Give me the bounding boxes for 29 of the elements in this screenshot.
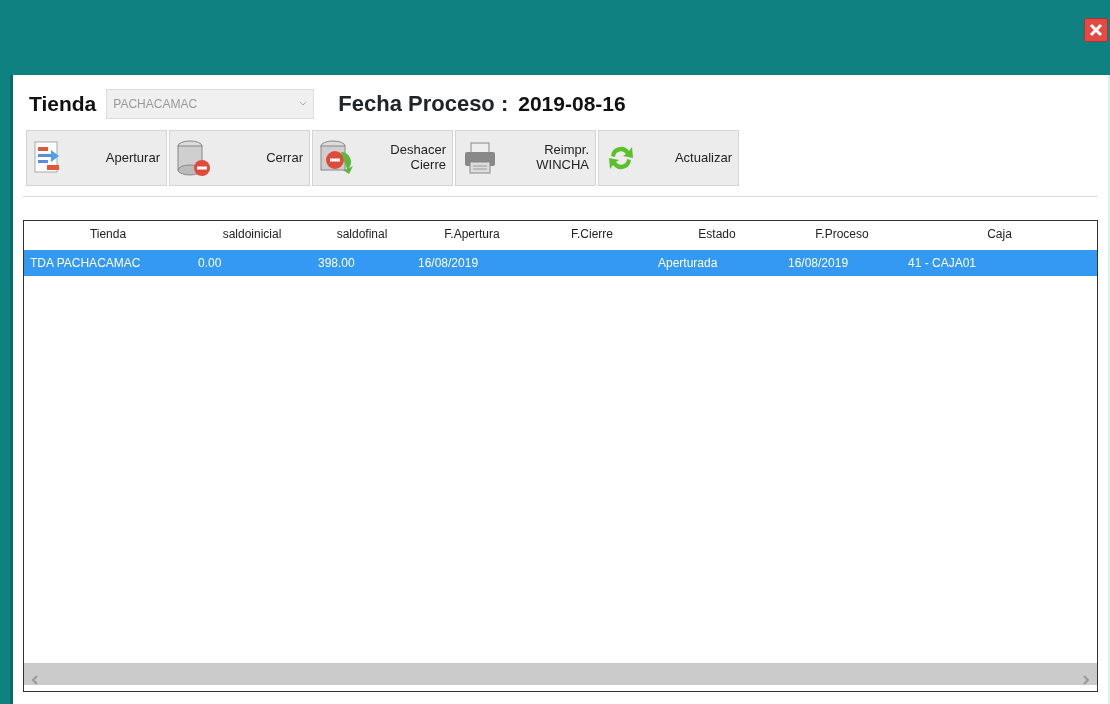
field-label: Tienda [29,90,97,117]
column-header[interactable]: saldofinal [312,225,412,243]
table-cell: 41 - CAJA01 [908,256,977,270]
close-icon [1087,21,1105,39]
table-cell: 398.00 [318,256,355,270]
toolbar-button[interactable]: Cerrar [169,130,310,186]
table-cell: 0.00 [198,256,222,270]
horizontal-scrollbar[interactable] [24,663,1097,685]
database-remove-icon [176,138,212,178]
toolbar-button[interactable]: Actualizar [598,130,739,186]
column-header[interactable]: F.Cierre [532,225,652,243]
toolbar-button[interactable]: Reimpr. WINCHA [455,130,596,186]
printer-icon [462,140,498,176]
table-cell: 16/08/2019 [788,256,849,270]
column-header[interactable]: F.Apertura [412,225,532,243]
column-header[interactable]: F.Proceso [782,225,902,243]
dropdown-caret-icon [299,101,308,108]
table-cell: Aperturada [658,256,718,270]
toolbar-button[interactable]: Aperturar [26,130,167,186]
column-header[interactable]: saldoinicial [192,225,312,243]
toolbar-button[interactable]: Deshacer Cierre [312,130,453,186]
column-header[interactable]: Tienda [24,225,192,243]
table-cell: 16/08/2019 [418,256,479,270]
date-label: Fecha Proceso : [338,90,509,118]
table-cell: TDA PACHACAMAC [30,256,141,270]
column-header[interactable]: Caja [902,225,1097,243]
close-button[interactable] [1084,18,1108,42]
date-value: 2019-08-16 [518,90,626,117]
column-header[interactable]: Estado [652,225,782,243]
